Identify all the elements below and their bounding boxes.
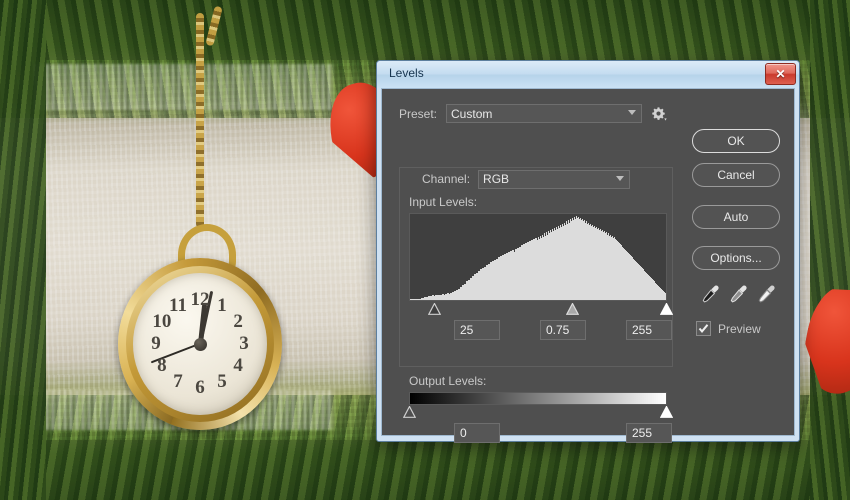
input-levels-label: Input Levels: [409, 195, 478, 209]
input-black-point-slider[interactable] [427, 303, 441, 315]
eyedropper-group [700, 284, 778, 308]
auto-button[interactable]: Auto [692, 205, 780, 229]
dialog-body: Preset: Custom Channel: RGB Input Levels… [382, 89, 794, 443]
input-gamma-slider[interactable] [565, 303, 579, 315]
watch-numeral: 2 [233, 311, 243, 332]
preset-label: Preset: [399, 106, 438, 121]
input-white-point-value: 255 [632, 323, 653, 337]
watch-numeral: 6 [195, 377, 205, 398]
input-black-point-value: 25 [460, 323, 474, 337]
input-black-point-field[interactable]: 25 [454, 320, 500, 340]
output-levels-gradient-bar [409, 392, 667, 405]
options-button[interactable]: Options... [692, 246, 780, 270]
output-white-point-field[interactable]: 255 [626, 423, 672, 443]
watch-numeral: 3 [239, 333, 249, 354]
dialog-title: Levels [389, 66, 424, 80]
output-white-point-slider[interactable] [659, 406, 673, 418]
pocket-watch: 12 1 2 3 4 5 6 7 8 9 10 11 [118, 5, 282, 430]
input-gamma-value: 0.75 [546, 323, 570, 337]
watch-numeral: 9 [151, 333, 161, 354]
ok-button[interactable]: OK [692, 129, 780, 153]
output-white-point-value: 255 [632, 426, 653, 440]
foliage-left-column [0, 0, 46, 500]
channel-row: Channel: RGB [416, 169, 637, 189]
dialog-title-bar[interactable]: Levels ✕ [377, 61, 799, 88]
set-gray-point-eyedropper-icon[interactable] [728, 284, 748, 306]
output-black-point-field[interactable]: 0 [454, 423, 500, 443]
preview-label: Preview [718, 321, 761, 336]
preview-checkbox-row[interactable]: Preview [696, 321, 761, 336]
watch-numeral: 5 [217, 371, 227, 393]
watch-dial: 12 1 2 3 4 5 6 7 8 9 10 11 [133, 273, 267, 415]
watch-numeral: 8 [157, 355, 167, 376]
output-levels-slider [402, 406, 673, 419]
set-white-point-eyedropper-icon[interactable] [756, 284, 776, 306]
watch-numeral: 1 [217, 294, 227, 316]
channel-dropdown[interactable]: RGB [478, 169, 631, 189]
watch-center-cap [193, 337, 207, 351]
channel-value: RGB [483, 172, 510, 186]
output-levels-label: Output Levels: [409, 374, 487, 388]
preview-checkbox[interactable] [696, 321, 711, 336]
watch-numeral: 11 [169, 294, 187, 316]
output-black-point-value: 0 [460, 426, 467, 440]
preset-dropdown[interactable]: Custom [446, 104, 643, 123]
preset-value: Custom [451, 106, 493, 121]
set-black-point-eyedropper-icon[interactable] [700, 284, 720, 306]
cancel-button[interactable]: Cancel [692, 163, 780, 187]
watch-chain [196, 13, 204, 228]
preset-row: Preset: Custom [399, 104, 667, 123]
watch-numeral: 12 [190, 289, 210, 310]
input-gamma-field[interactable]: 0.75 [540, 320, 586, 340]
watch-numeral: 7 [173, 371, 183, 393]
close-icon[interactable]: ✕ [765, 63, 796, 85]
foliage-right-column [810, 0, 850, 500]
input-white-point-field[interactable]: 255 [626, 320, 672, 340]
levels-dialog: Levels ✕ Preset: Custom Channel: RGB Inp… [376, 60, 800, 443]
gear-icon[interactable] [651, 106, 667, 122]
histogram-chart[interactable] [409, 213, 667, 301]
fabric-fuzz-top [34, 64, 334, 110]
chevron-down-icon [628, 110, 637, 115]
input-levels-slider [409, 303, 673, 316]
chevron-down-icon [616, 175, 625, 181]
output-black-point-slider[interactable] [402, 406, 416, 418]
dialog-content-frame: Preset: Custom Channel: RGB Input Levels… [381, 88, 795, 443]
channel-label: Channel: [422, 172, 471, 186]
watch-numeral: 4 [233, 355, 243, 376]
input-white-point-slider[interactable] [659, 303, 673, 315]
